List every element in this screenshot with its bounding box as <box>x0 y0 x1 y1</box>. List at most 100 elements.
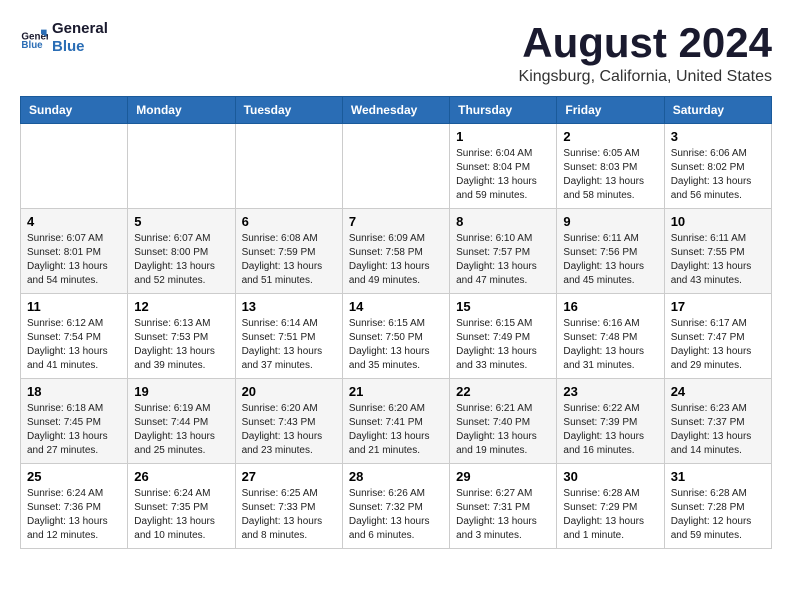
calendar-week-5: 25 Sunrise: 6:24 AM Sunset: 7:36 PM Dayli… <box>21 464 772 549</box>
calendar-cell: 5Sunrise: 6:07 AM Sunset: 8:00 PM Daylig… <box>128 209 235 294</box>
day-number: 3 <box>671 129 765 144</box>
day-number: 30 <box>563 469 657 484</box>
day-info: Sunrise: 6:28 AM Sunset: 7:28 PM Dayligh… <box>671 487 765 543</box>
calendar-cell <box>21 124 128 209</box>
calendar-cell: 25 Sunrise: 6:24 AM Sunset: 7:36 PM Dayli… <box>21 464 128 549</box>
calendar-cell: 28 Sunrise: 6:26 AM Sunset: 7:32 PM Dayli… <box>342 464 449 549</box>
day-info: Sunrise: 6:11 AM Sunset: 7:56 PM Dayligh… <box>563 232 657 288</box>
day-number: 18 <box>27 384 121 399</box>
logo: General Blue General Blue <box>20 20 108 56</box>
day-number: 31 <box>671 469 765 484</box>
day-number: 6 <box>242 214 336 229</box>
col-header-monday: Monday <box>128 97 235 124</box>
day-info: Sunrise: 6:19 AM Sunset: 7:44 PM Dayligh… <box>134 402 228 458</box>
day-info: Sunrise: 6:11 AM Sunset: 7:55 PM Dayligh… <box>671 232 765 288</box>
main-title: August 2024 <box>519 20 772 66</box>
calendar-week-4: 18 Sunrise: 6:18 AM Sunset: 7:45 PM Dayli… <box>21 379 772 464</box>
day-info: Sunrise: 6:24 AM Sunset: 7:36 PM Dayligh… <box>27 487 121 543</box>
calendar-cell <box>342 124 449 209</box>
calendar-cell: 22 Sunrise: 6:21 AM Sunset: 7:40 PM Dayli… <box>450 379 557 464</box>
logo-general: General <box>52 20 108 38</box>
calendar-cell: 30Sunrise: 6:28 AM Sunset: 7:29 PM Dayli… <box>557 464 664 549</box>
title-block: August 2024 Kingsburg, California, Unite… <box>519 20 772 86</box>
calendar-cell: 21 Sunrise: 6:20 AM Sunset: 7:41 PM Dayli… <box>342 379 449 464</box>
day-info: Sunrise: 6:20 AM Sunset: 7:43 PM Dayligh… <box>242 402 336 458</box>
day-info: Sunrise: 6:13 AM Sunset: 7:53 PM Dayligh… <box>134 317 228 373</box>
day-info: Sunrise: 6:10 AM Sunset: 7:57 PM Dayligh… <box>456 232 550 288</box>
calendar-cell: 7Sunrise: 6:09 AM Sunset: 7:58 PM Daylig… <box>342 209 449 294</box>
day-number: 27 <box>242 469 336 484</box>
logo-icon: General Blue <box>20 24 48 52</box>
day-info: Sunrise: 6:23 AM Sunset: 7:37 PM Dayligh… <box>671 402 765 458</box>
day-number: 19 <box>134 384 228 399</box>
calendar-cell: 26 Sunrise: 6:24 AM Sunset: 7:35 PM Dayli… <box>128 464 235 549</box>
day-number: 26 <box>134 469 228 484</box>
col-header-wednesday: Wednesday <box>342 97 449 124</box>
day-number: 11 <box>27 299 121 314</box>
day-info: Sunrise: 6:08 AM Sunset: 7:59 PM Dayligh… <box>242 232 336 288</box>
subtitle: Kingsburg, California, United States <box>519 68 772 86</box>
day-info: Sunrise: 6:18 AM Sunset: 7:45 PM Dayligh… <box>27 402 121 458</box>
day-number: 12 <box>134 299 228 314</box>
calendar-cell: 29 Sunrise: 6:27 AM Sunset: 7:31 PM Dayli… <box>450 464 557 549</box>
calendar-cell <box>235 124 342 209</box>
day-info: Sunrise: 6:17 AM Sunset: 7:47 PM Dayligh… <box>671 317 765 373</box>
logo-blue: Blue <box>52 38 108 56</box>
day-number: 25 <box>27 469 121 484</box>
day-info: Sunrise: 6:27 AM Sunset: 7:31 PM Dayligh… <box>456 487 550 543</box>
day-info: Sunrise: 6:05 AM Sunset: 8:03 PM Dayligh… <box>563 147 657 203</box>
day-number: 24 <box>671 384 765 399</box>
col-header-tuesday: Tuesday <box>235 97 342 124</box>
calendar-table: SundayMondayTuesdayWednesdayThursdayFrid… <box>20 96 772 549</box>
calendar-cell: 6 Sunrise: 6:08 AM Sunset: 7:59 PM Daylig… <box>235 209 342 294</box>
day-number: 10 <box>671 214 765 229</box>
day-info: Sunrise: 6:22 AM Sunset: 7:39 PM Dayligh… <box>563 402 657 458</box>
day-number: 21 <box>349 384 443 399</box>
day-number: 28 <box>349 469 443 484</box>
calendar-cell: 20 Sunrise: 6:20 AM Sunset: 7:43 PM Dayli… <box>235 379 342 464</box>
day-number: 16 <box>563 299 657 314</box>
calendar-week-3: 11Sunrise: 6:12 AM Sunset: 7:54 PM Dayli… <box>21 294 772 379</box>
day-info: Sunrise: 6:25 AM Sunset: 7:33 PM Dayligh… <box>242 487 336 543</box>
day-info: Sunrise: 6:24 AM Sunset: 7:35 PM Dayligh… <box>134 487 228 543</box>
day-number: 9 <box>563 214 657 229</box>
calendar-cell: 13 Sunrise: 6:14 AM Sunset: 7:51 PM Dayli… <box>235 294 342 379</box>
calendar-cell: 19 Sunrise: 6:19 AM Sunset: 7:44 PM Dayli… <box>128 379 235 464</box>
day-info: Sunrise: 6:26 AM Sunset: 7:32 PM Dayligh… <box>349 487 443 543</box>
day-info: Sunrise: 6:20 AM Sunset: 7:41 PM Dayligh… <box>349 402 443 458</box>
col-header-thursday: Thursday <box>450 97 557 124</box>
day-info: Sunrise: 6:09 AM Sunset: 7:58 PM Dayligh… <box>349 232 443 288</box>
day-number: 2 <box>563 129 657 144</box>
calendar-cell: 17 Sunrise: 6:17 AM Sunset: 7:47 PM Dayli… <box>664 294 771 379</box>
calendar-cell: 3 Sunrise: 6:06 AM Sunset: 8:02 PM Daylig… <box>664 124 771 209</box>
day-info: Sunrise: 6:07 AM Sunset: 8:00 PM Dayligh… <box>134 232 228 288</box>
day-info: Sunrise: 6:07 AM Sunset: 8:01 PM Dayligh… <box>27 232 121 288</box>
day-info: Sunrise: 6:21 AM Sunset: 7:40 PM Dayligh… <box>456 402 550 458</box>
day-info: Sunrise: 6:06 AM Sunset: 8:02 PM Dayligh… <box>671 147 765 203</box>
col-header-sunday: Sunday <box>21 97 128 124</box>
calendar-cell: 24 Sunrise: 6:23 AM Sunset: 7:37 PM Dayli… <box>664 379 771 464</box>
day-number: 15 <box>456 299 550 314</box>
day-info: Sunrise: 6:16 AM Sunset: 7:48 PM Dayligh… <box>563 317 657 373</box>
day-number: 22 <box>456 384 550 399</box>
day-info: Sunrise: 6:14 AM Sunset: 7:51 PM Dayligh… <box>242 317 336 373</box>
calendar-header-row: SundayMondayTuesdayWednesdayThursdayFrid… <box>21 97 772 124</box>
day-number: 13 <box>242 299 336 314</box>
day-info: Sunrise: 6:15 AM Sunset: 7:50 PM Dayligh… <box>349 317 443 373</box>
calendar-cell: 2 Sunrise: 6:05 AM Sunset: 8:03 PM Daylig… <box>557 124 664 209</box>
day-number: 29 <box>456 469 550 484</box>
calendar-cell: 15Sunrise: 6:15 AM Sunset: 7:49 PM Dayli… <box>450 294 557 379</box>
calendar-cell: 14Sunrise: 6:15 AM Sunset: 7:50 PM Dayli… <box>342 294 449 379</box>
col-header-friday: Friday <box>557 97 664 124</box>
calendar-week-1: 1Sunrise: 6:04 AM Sunset: 8:04 PM Daylig… <box>21 124 772 209</box>
calendar-cell: 18 Sunrise: 6:18 AM Sunset: 7:45 PM Dayli… <box>21 379 128 464</box>
day-number: 17 <box>671 299 765 314</box>
calendar-cell <box>128 124 235 209</box>
calendar-cell: 8Sunrise: 6:10 AM Sunset: 7:57 PM Daylig… <box>450 209 557 294</box>
day-number: 20 <box>242 384 336 399</box>
calendar-cell: 9 Sunrise: 6:11 AM Sunset: 7:56 PM Daylig… <box>557 209 664 294</box>
calendar-cell: 10 Sunrise: 6:11 AM Sunset: 7:55 PM Dayli… <box>664 209 771 294</box>
day-number: 1 <box>456 129 550 144</box>
calendar-cell: 16 Sunrise: 6:16 AM Sunset: 7:48 PM Dayli… <box>557 294 664 379</box>
calendar-cell: 12 Sunrise: 6:13 AM Sunset: 7:53 PM Dayli… <box>128 294 235 379</box>
